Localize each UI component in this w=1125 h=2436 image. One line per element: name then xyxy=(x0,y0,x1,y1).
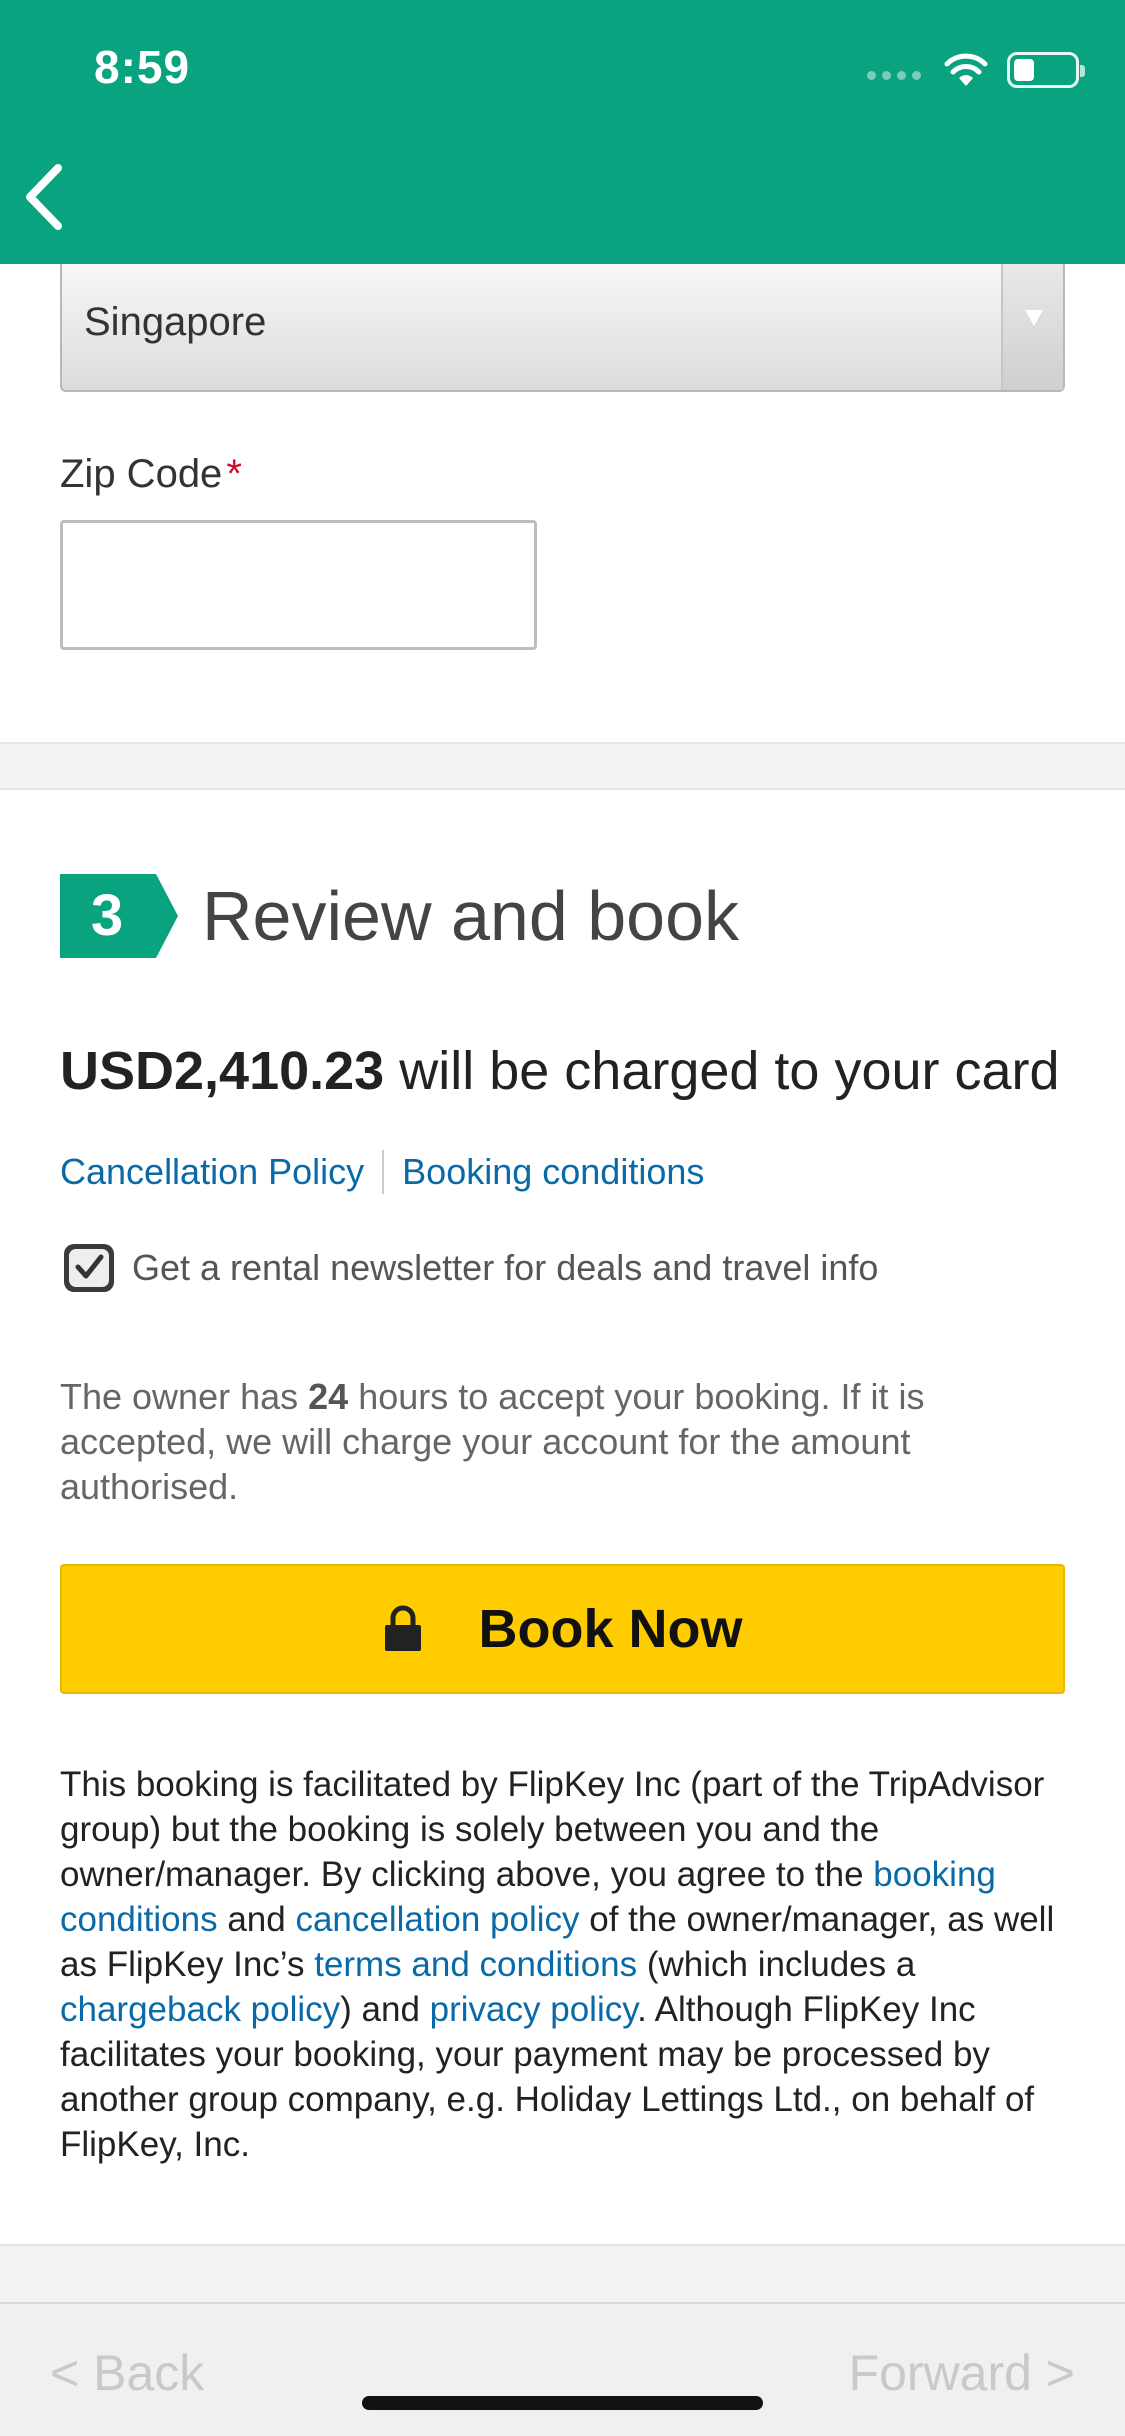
book-now-button[interactable]: Book Now xyxy=(60,1564,1065,1694)
newsletter-option[interactable]: Get a rental newsletter for deals and tr… xyxy=(64,1244,878,1292)
newsletter-checkbox[interactable] xyxy=(64,1244,114,1292)
charge-suffix: will be charged to your card xyxy=(384,1041,1060,1101)
lock-icon xyxy=(384,1605,421,1651)
bottom-divider xyxy=(0,2244,1125,2304)
step-number: 3 xyxy=(90,883,124,948)
check-icon xyxy=(75,1254,104,1279)
legal-text-5: ) and xyxy=(340,1990,430,2029)
required-marker: * xyxy=(226,452,242,496)
booking-conditions-link[interactable]: Booking conditions xyxy=(402,1151,704,1193)
owner-acceptance-note: The owner has 24 hours to accept your bo… xyxy=(60,1374,1070,1509)
battery-icon xyxy=(1007,52,1085,88)
back-chevron-icon[interactable] xyxy=(22,162,72,232)
section-title: Review and book xyxy=(202,877,739,955)
browser-back-button[interactable]: < Back xyxy=(50,2344,204,2402)
legal-privacy-link[interactable]: privacy policy xyxy=(430,1990,637,2029)
link-separator xyxy=(382,1150,385,1194)
policy-links: Cancellation Policy Booking conditions xyxy=(60,1150,704,1194)
legal-terms-link[interactable]: terms and conditions xyxy=(314,1945,637,1984)
signal-icon xyxy=(867,70,921,80)
dropdown-arrow-icon[interactable] xyxy=(1001,264,1063,390)
owner-note-pre: The owner has xyxy=(60,1376,309,1417)
legal-text-2: and xyxy=(217,1900,296,1939)
zip-code-label: Zip Code * xyxy=(60,452,242,497)
book-now-label: Book Now xyxy=(478,1599,743,1659)
browser-forward-button[interactable]: Forward > xyxy=(849,2344,1075,2402)
charge-amount: USD2,410.23 xyxy=(60,1041,385,1101)
app-header: 8:59 xyxy=(0,0,1125,264)
newsletter-label: Get a rental newsletter for deals and tr… xyxy=(132,1247,879,1288)
status-time: 8:59 xyxy=(94,41,191,93)
charge-summary: USD2,410.23 will be charged to your card xyxy=(60,1040,1060,1102)
section-divider xyxy=(0,742,1125,790)
browser-nav-bar: < Back Forward > xyxy=(0,2302,1125,2436)
legal-chargeback-link[interactable]: chargeback policy xyxy=(60,1990,340,2029)
wifi-icon xyxy=(944,53,988,86)
zip-code-label-text: Zip Code xyxy=(60,452,223,496)
legal-disclaimer: This booking is facilitated by FlipKey I… xyxy=(60,1762,1080,2167)
zip-code-input[interactable] xyxy=(60,520,537,650)
legal-text-4: (which includes a xyxy=(637,1945,916,1984)
home-indicator[interactable] xyxy=(362,2396,763,2410)
status-icons xyxy=(867,50,1085,90)
legal-cancellation-policy-link[interactable]: cancellation policy xyxy=(295,1900,579,1939)
country-select-value: Singapore xyxy=(84,300,267,344)
country-select[interactable]: Singapore xyxy=(60,264,1065,392)
owner-note-hours: 24 xyxy=(308,1376,349,1417)
cancellation-policy-link[interactable]: Cancellation Policy xyxy=(60,1151,364,1193)
